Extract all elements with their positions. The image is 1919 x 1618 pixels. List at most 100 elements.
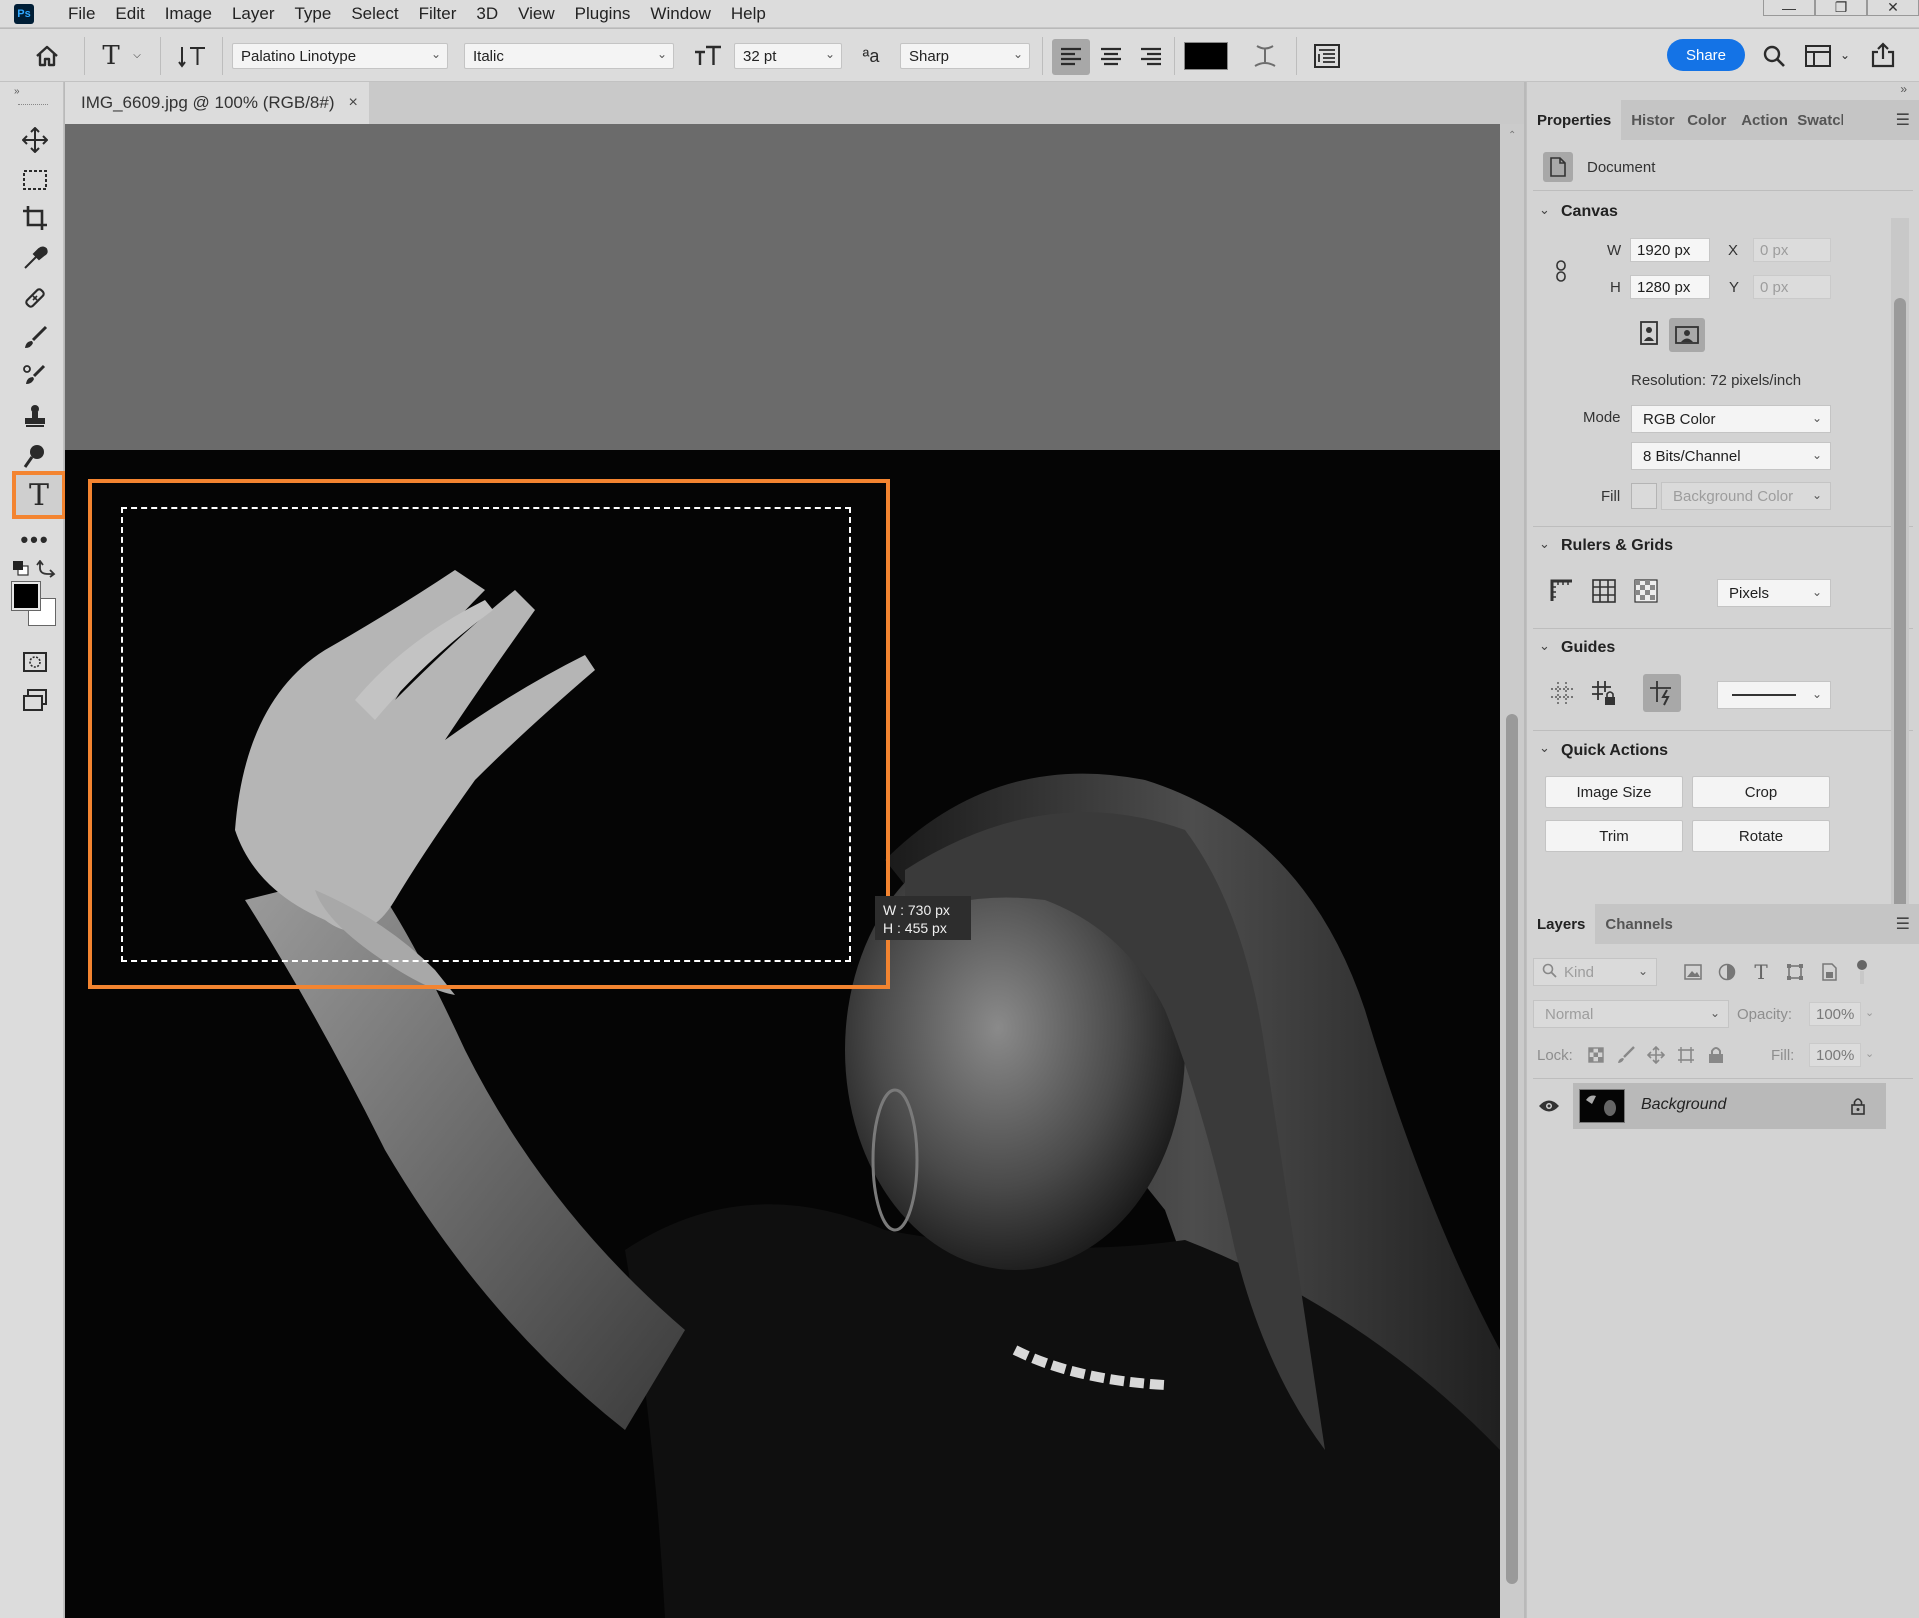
font-style-select[interactable]: Italic ⌄ [464, 43, 674, 69]
color-mode-select[interactable]: RGB Color ⌄ [1631, 405, 1831, 433]
canvas-height-input[interactable]: 1280 px [1630, 275, 1710, 299]
fill-select[interactable]: Background Color ⌄ [1661, 482, 1831, 510]
healing-brush-tool-icon[interactable] [14, 280, 56, 316]
link-icon[interactable] [1553, 256, 1569, 286]
menu-image[interactable]: Image [155, 4, 222, 24]
search-icon[interactable] [1758, 41, 1790, 71]
panel-menu-icon[interactable]: ☰ [1896, 110, 1910, 130]
menu-file[interactable]: File [58, 4, 105, 24]
tab-color[interactable]: Color [1677, 100, 1731, 140]
type-tool-preset-icon[interactable]: T [96, 41, 126, 71]
properties-scrollbar[interactable] [1891, 218, 1909, 938]
layer-row[interactable]: Background [1527, 1083, 1919, 1129]
tab-properties[interactable]: Properties [1527, 100, 1622, 140]
rotate-button[interactable]: Rotate [1692, 820, 1830, 852]
chevron-down-icon[interactable]: ⌄ [1539, 740, 1550, 756]
stamp-tool-icon[interactable] [14, 398, 56, 434]
layer-name[interactable]: Background [1641, 1096, 1726, 1114]
guide-style-select[interactable]: ⌄ [1717, 681, 1831, 709]
workspace-icon[interactable] [1802, 41, 1834, 71]
layer-kind-filter[interactable]: Kind ⌄ [1533, 958, 1657, 986]
menu-window[interactable]: Window [640, 4, 720, 24]
home-icon[interactable] [30, 41, 64, 71]
antialias-select[interactable]: Sharp ⌄ [900, 43, 1030, 69]
image-size-button[interactable]: Image Size [1545, 776, 1683, 808]
align-center-icon[interactable] [1092, 39, 1130, 75]
portrait-orientation-icon[interactable] [1635, 318, 1663, 348]
tab-channels[interactable]: Channels [1595, 904, 1683, 944]
menu-view[interactable]: View [508, 4, 565, 24]
toggle-text-orientation-icon[interactable] [176, 41, 210, 71]
menu-help[interactable]: Help [721, 4, 776, 24]
filter-pixel-icon[interactable] [1681, 960, 1705, 984]
menu-layer[interactable]: Layer [222, 4, 285, 24]
grip-icon[interactable] [18, 104, 48, 107]
chevron-down-icon[interactable]: ⌄ [1865, 1047, 1874, 1060]
minimize-icon[interactable]: — [1763, 0, 1815, 16]
text-color-swatch[interactable] [1184, 42, 1228, 70]
tab-layers[interactable]: Layers [1527, 904, 1596, 944]
menu-type[interactable]: Type [284, 4, 341, 24]
chevron-down-icon[interactable]: ⌄ [1539, 536, 1550, 552]
font-size-input[interactable]: 32 pt ⌄ [734, 43, 842, 69]
tab-actions[interactable]: Action [1731, 100, 1787, 140]
lock-guides-icon[interactable] [1589, 678, 1619, 708]
font-family-select[interactable]: Palatino Linotype ⌄ [232, 43, 448, 69]
foreground-color-swatch[interactable] [11, 581, 41, 611]
type-tool-icon[interactable]: T [12, 471, 66, 519]
opacity-input[interactable]: 100% [1809, 1002, 1861, 1026]
scrollbar-thumb[interactable] [1894, 298, 1906, 918]
align-left-icon[interactable] [1052, 39, 1090, 75]
landscape-orientation-icon[interactable] [1669, 318, 1705, 352]
brush-tool-icon[interactable] [14, 320, 56, 356]
guides-icon[interactable] [1547, 678, 1577, 708]
align-right-icon[interactable] [1132, 39, 1170, 75]
menu-plugins[interactable]: Plugins [565, 4, 641, 24]
crop-button[interactable]: Crop [1692, 776, 1830, 808]
close-tab-icon[interactable]: × [349, 94, 358, 112]
lock-position-icon[interactable] [1645, 1044, 1667, 1066]
chevron-down-icon[interactable]: ⌄ [1838, 47, 1852, 63]
menu-edit[interactable]: Edit [105, 4, 154, 24]
filter-type-icon[interactable]: T [1749, 960, 1773, 984]
crop-tool-icon[interactable] [14, 200, 56, 236]
bit-depth-select[interactable]: 8 Bits/Channel ⌄ [1631, 442, 1831, 470]
character-panel-icon[interactable] [1310, 41, 1344, 71]
collapse-panels-icon[interactable]: » [1900, 82, 1907, 96]
move-tool-icon[interactable] [14, 122, 56, 158]
restore-icon[interactable]: ❐ [1815, 0, 1867, 16]
export-icon[interactable] [1866, 39, 1900, 71]
screen-mode-icon[interactable] [14, 682, 56, 718]
eyedropper-tool-icon[interactable] [14, 240, 56, 276]
filter-smart-object-icon[interactable] [1817, 960, 1841, 984]
ruler-units-select[interactable]: Pixels ⌄ [1717, 579, 1831, 607]
document-tab[interactable]: IMG_6609.jpg @ 100% (RGB/8#) × [65, 82, 369, 124]
trim-button[interactable]: Trim [1545, 820, 1683, 852]
swap-colors-icon[interactable] [36, 559, 56, 578]
fill-swatch[interactable] [1631, 483, 1657, 509]
filter-adjustment-icon[interactable] [1715, 960, 1739, 984]
lock-transparent-icon[interactable] [1585, 1044, 1607, 1066]
marquee-tool-icon[interactable] [14, 162, 56, 198]
panel-menu-icon[interactable]: ☰ [1896, 914, 1910, 934]
default-colors-icon[interactable] [12, 560, 30, 576]
quick-mask-icon[interactable] [14, 644, 56, 680]
eye-icon[interactable] [1537, 1095, 1561, 1117]
chevron-down-icon[interactable]: ⌄ [1539, 638, 1550, 654]
close-icon[interactable]: ✕ [1867, 0, 1919, 16]
pixel-grid-icon[interactable] [1631, 576, 1661, 606]
ruler-icon[interactable] [1547, 576, 1577, 606]
chevron-down-icon[interactable]: ⌄ [1865, 1006, 1874, 1019]
canvas-y-input[interactable]: 0 px [1753, 275, 1831, 299]
dodge-tool-icon[interactable] [14, 438, 56, 474]
tab-swatches[interactable]: Swatcl [1787, 100, 1843, 140]
canvas-x-input[interactable]: 0 px [1753, 238, 1831, 262]
menu-select[interactable]: Select [341, 4, 408, 24]
lock-artboard-icon[interactable] [1675, 1044, 1697, 1066]
filter-toggle-icon[interactable] [1853, 958, 1871, 986]
grid-icon[interactable] [1589, 576, 1619, 606]
menu-3d[interactable]: 3D [466, 4, 508, 24]
scroll-up-icon[interactable]: ⌃ [1508, 130, 1516, 141]
collapse-icon[interactable]: » [14, 86, 20, 97]
text-frame[interactable] [121, 507, 851, 962]
